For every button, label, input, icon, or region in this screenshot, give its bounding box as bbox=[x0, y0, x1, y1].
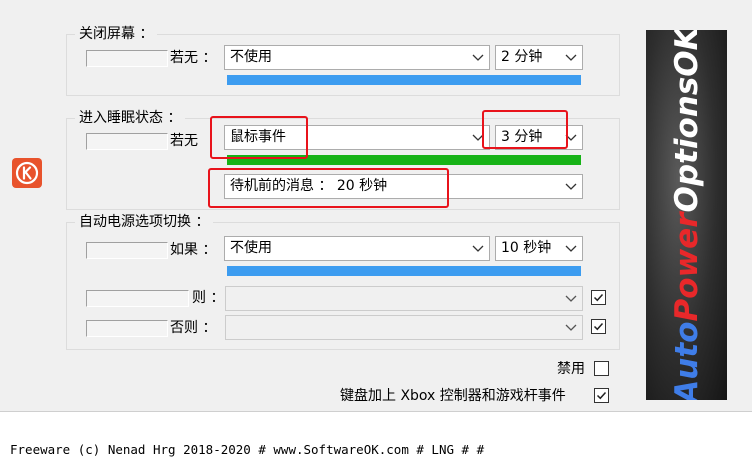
screen-off-label: 若无 ： bbox=[170, 50, 217, 66]
chevron-down-icon bbox=[565, 287, 577, 310]
auto-switch-then-label: 则 ： bbox=[192, 290, 225, 306]
sleep-title: 进入睡眠状态 ： bbox=[75, 109, 186, 127]
auto-switch-time-value: 10 秒钟 bbox=[501, 240, 552, 256]
screen-off-time-value: 2 分钟 bbox=[501, 49, 543, 65]
keyboard-events-label: 键盘加上 Xbox 控制器和游戏杆事件 bbox=[340, 388, 566, 404]
banner-logo-text: AutoPowerOptionsOK bbox=[669, 30, 705, 400]
disable-label: 禁用 bbox=[557, 361, 585, 377]
auto-switch-then-field bbox=[86, 290, 189, 307]
auto-switch-else-field bbox=[86, 320, 168, 337]
chevron-down-icon bbox=[565, 46, 577, 69]
auto-switch-else-checkbox[interactable] bbox=[591, 319, 606, 334]
auto-switch-if-label: 如果 ： bbox=[170, 242, 217, 258]
auto-switch-then-checkbox[interactable] bbox=[591, 290, 606, 305]
sleep-label: 若无 bbox=[170, 133, 198, 149]
chevron-down-icon bbox=[472, 46, 484, 69]
screen-off-title: 关闭屏幕 ： bbox=[75, 25, 158, 43]
chevron-down-icon bbox=[472, 237, 484, 260]
checkmark-icon bbox=[593, 322, 604, 331]
auto-switch-if-value: 不使用 bbox=[230, 240, 272, 256]
screen-off-action-select[interactable]: 不使用 bbox=[224, 45, 490, 70]
auto-switch-title: 自动电源选项切换 ： bbox=[75, 213, 214, 231]
banner-options: OptionsOK bbox=[668, 30, 705, 213]
main-panel: 关闭屏幕 ： 若无 ： 不使用 2 分钟 进入睡眠状态 ： 若无 鼠标事件 3 … bbox=[0, 0, 752, 412]
screen-off-time-select[interactable]: 2 分钟 bbox=[495, 45, 583, 70]
auto-switch-then-select[interactable] bbox=[225, 286, 583, 311]
autopoweroptionsok-banner[interactable]: AutoPowerOptionsOK bbox=[646, 30, 727, 400]
checkmark-icon bbox=[596, 391, 607, 400]
chevron-down-icon bbox=[565, 316, 577, 339]
banner-auto: Auto bbox=[668, 321, 705, 400]
checkmark-icon bbox=[593, 293, 604, 302]
auto-switch-else-select[interactable] bbox=[225, 315, 583, 340]
auto-switch-if-field bbox=[86, 242, 168, 259]
auto-switch-else-label: 否则 ： bbox=[170, 320, 217, 336]
status-text: Freeware (c) Nenad Hrg 2018-2020 # www.S… bbox=[10, 442, 485, 457]
sleep-status-field bbox=[86, 133, 168, 150]
screen-off-status-field bbox=[86, 50, 168, 67]
highlight-sleep-time bbox=[482, 110, 568, 149]
screen-off-progress-bar bbox=[227, 75, 581, 85]
auto-switch-progress-bar bbox=[227, 266, 581, 276]
auto-switch-if-select[interactable]: 不使用 bbox=[224, 236, 490, 261]
screen-off-action-value: 不使用 bbox=[230, 49, 272, 65]
chevron-down-icon bbox=[565, 175, 577, 198]
banner-power: Power bbox=[668, 212, 705, 322]
app-logo-icon bbox=[12, 158, 42, 188]
auto-switch-time-select[interactable]: 10 秒钟 bbox=[495, 236, 583, 261]
highlight-sleep-action bbox=[210, 116, 308, 159]
highlight-standby-message bbox=[208, 168, 449, 208]
disable-checkbox[interactable] bbox=[594, 361, 609, 376]
chevron-down-icon bbox=[565, 237, 577, 260]
status-bar: Freeware (c) Nenad Hrg 2018-2020 # www.S… bbox=[0, 412, 752, 463]
keyboard-events-checkbox[interactable] bbox=[594, 388, 609, 403]
